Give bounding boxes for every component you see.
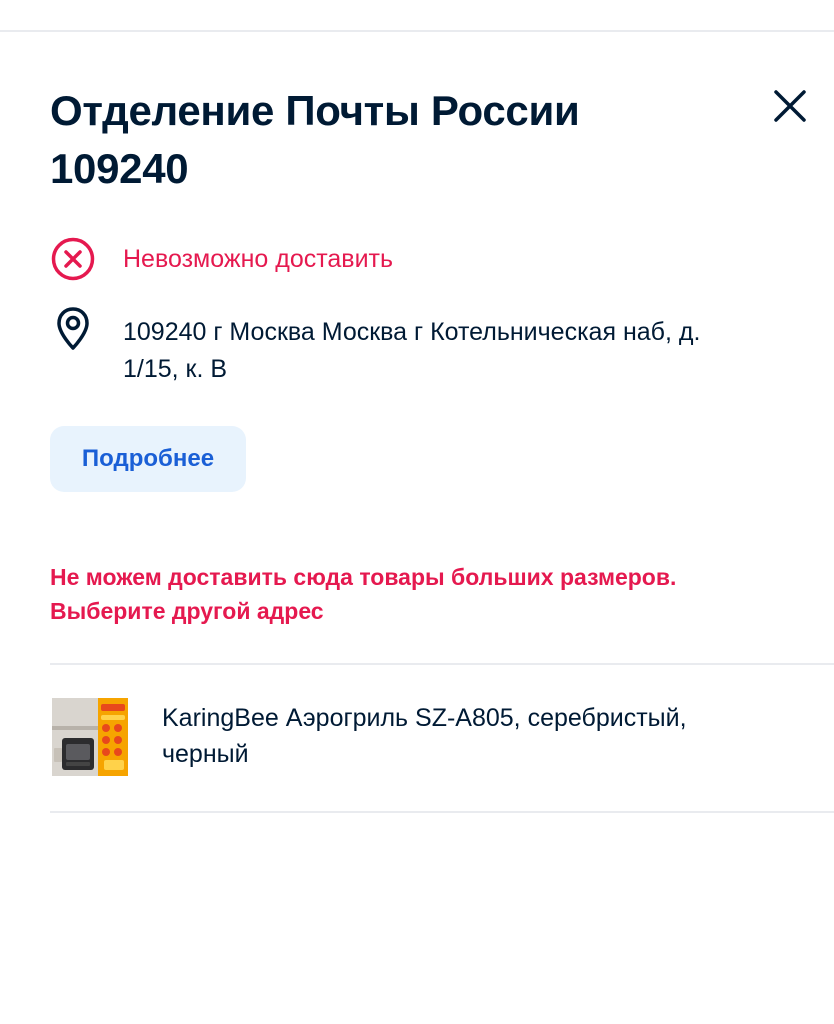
address-line-2: 1/15, к. В bbox=[123, 355, 228, 383]
map-pin-icon bbox=[50, 306, 96, 354]
address-line-1: 109240 г Москва Москва г Котельническая … bbox=[123, 318, 701, 346]
divider bbox=[50, 811, 834, 813]
x-circle-icon bbox=[50, 236, 96, 282]
divider bbox=[50, 663, 834, 665]
product-item: KaringBee Аэрогриль SZ-A805, серебристый… bbox=[52, 698, 812, 776]
product-thumbnail[interactable] bbox=[52, 698, 128, 776]
address: 109240 г Москва Москва г Котельническая … bbox=[50, 306, 790, 388]
product-name-line-1: KaringBee Аэрогриль SZ-A805, серебристый… bbox=[162, 704, 687, 732]
close-button[interactable] bbox=[766, 82, 814, 130]
delivery-status: Невозможно доставить bbox=[50, 236, 393, 282]
details-button[interactable]: Подробнее bbox=[50, 426, 246, 492]
close-icon bbox=[774, 90, 806, 122]
product-name[interactable]: KaringBee Аэрогриль SZ-A805, серебристый… bbox=[162, 700, 782, 772]
pickup-point-title: Отделение Почты России 109240 bbox=[50, 82, 690, 198]
address-text: 109240 г Москва Москва г Котельническая … bbox=[123, 314, 783, 388]
warning-line-2: Выберите другой адрес bbox=[50, 598, 324, 624]
warning-line-1: Не можем доставить сюда товары больших р… bbox=[50, 564, 677, 590]
title-line-2: 109240 bbox=[50, 145, 189, 192]
top-divider bbox=[0, 30, 834, 32]
status-text: Невозможно доставить bbox=[123, 244, 394, 273]
oversize-warning: Не можем доставить сюда товары больших р… bbox=[50, 560, 810, 628]
product-name-line-2: черный bbox=[162, 740, 249, 768]
title-line-1: Отделение Почты России bbox=[50, 87, 580, 134]
